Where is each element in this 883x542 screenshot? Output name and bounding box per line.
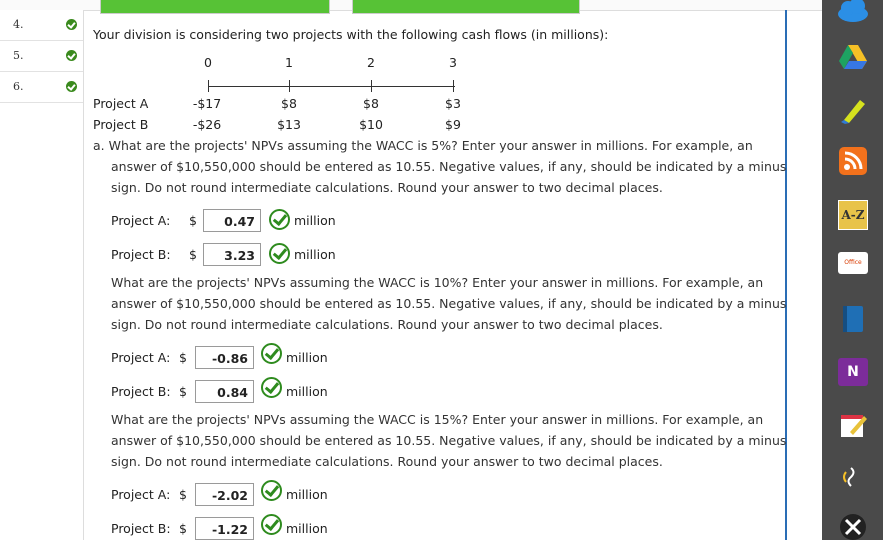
- question-c-text: What are the projects' NPVs assuming the…: [111, 409, 787, 472]
- cash-flow: $8: [363, 96, 379, 111]
- timeline-label: 1: [285, 55, 293, 70]
- cash-flow: $10: [359, 117, 383, 132]
- cash-flow: $8: [281, 96, 297, 111]
- book-icon[interactable]: [838, 304, 868, 334]
- voice-icon[interactable]: [838, 462, 868, 492]
- question-number: 6.: [13, 80, 24, 93]
- unit-label: million: [294, 247, 336, 262]
- dollar-sign: $: [189, 247, 197, 262]
- dollar-sign: $: [179, 350, 187, 365]
- cloud-icon[interactable]: [836, 0, 870, 24]
- question-b-text: What are the projects' NPVs assuming the…: [111, 272, 787, 335]
- completed-check-icon: [66, 19, 77, 30]
- timeline-tick: [289, 80, 290, 92]
- dollar-sign: $: [179, 487, 187, 502]
- timeline-label: 3: [449, 55, 457, 70]
- timeline-tick: [453, 80, 454, 92]
- cash-flow: $9: [445, 117, 461, 132]
- question-line: answer of $10,550,000 should be entered …: [111, 296, 787, 311]
- answer-label-b: Project B:: [111, 384, 171, 399]
- question-line: What are the projects' NPVs assuming the…: [111, 275, 764, 290]
- question-number: 5.: [13, 49, 24, 62]
- question-nav-item[interactable]: 6.: [0, 72, 83, 103]
- completed-check-icon: [66, 50, 77, 61]
- cash-flow: -$17: [192, 96, 222, 111]
- office-icon[interactable]: Office: [838, 252, 868, 274]
- question-panel: Your division is considering two project…: [83, 10, 787, 540]
- close-app-icon[interactable]: [838, 512, 868, 542]
- cash-flow: $3: [445, 96, 461, 111]
- answer-label-a: Project A:: [111, 213, 171, 228]
- dollar-sign: $: [179, 384, 187, 399]
- question-line: answer of $10,550,000 should be entered …: [111, 159, 787, 174]
- dollar-sign: $: [189, 213, 197, 228]
- timeline-line: [208, 86, 455, 87]
- google-drive-icon[interactable]: [838, 42, 868, 72]
- project-b-label: Project B: [93, 117, 149, 132]
- onenote-icon[interactable]: N: [838, 358, 868, 386]
- question-navigator: 4. 5. 6.: [0, 10, 84, 540]
- dollar-sign: $: [179, 521, 187, 536]
- question-a-text: a. What are the projects' NPVs assuming …: [93, 135, 787, 198]
- question-line: What are the projects' NPVs assuming the…: [111, 412, 764, 427]
- correct-check-icon: [261, 514, 282, 535]
- question-line: a. What are the projects' NPVs assuming …: [93, 138, 753, 153]
- answer-label-a: Project A:: [111, 487, 171, 502]
- npv-b-5-input[interactable]: 3.23: [203, 243, 261, 266]
- completed-check-icon: [66, 81, 77, 92]
- highlighter-icon[interactable]: [838, 94, 868, 124]
- cash-flow: $13: [277, 117, 301, 132]
- unit-label: million: [286, 384, 328, 399]
- intro-text: Your division is considering two project…: [93, 27, 609, 42]
- unit-label: million: [286, 521, 328, 536]
- npv-a-15-input[interactable]: -2.02: [195, 483, 254, 506]
- correct-check-icon: [261, 480, 282, 501]
- correct-check-icon: [269, 209, 290, 230]
- npv-b-15-input[interactable]: -1.22: [195, 517, 254, 540]
- app-dock: A-Z Office N: [822, 0, 883, 540]
- unit-label: million: [294, 213, 336, 228]
- a-z-icon[interactable]: A-Z: [838, 200, 868, 230]
- correct-check-icon: [261, 343, 282, 364]
- project-a-label: Project A: [93, 96, 149, 111]
- correct-check-icon: [269, 243, 290, 264]
- rss-icon[interactable]: [838, 146, 868, 176]
- npv-b-10-input[interactable]: 0.84: [195, 380, 254, 403]
- answer-label-b: Project B:: [111, 247, 171, 262]
- unit-label: million: [286, 487, 328, 502]
- answer-label-a: Project A:: [111, 350, 171, 365]
- unit-label: million: [286, 350, 328, 365]
- question-line: sign. Do not round intermediate calculat…: [111, 454, 663, 469]
- answer-label-b: Project B:: [111, 521, 171, 536]
- question-nav-item[interactable]: 5.: [0, 41, 83, 72]
- question-number: 4.: [13, 18, 24, 31]
- question-nav-item[interactable]: 4.: [0, 10, 83, 41]
- timeline-tick: [208, 80, 209, 92]
- question-line: sign. Do not round intermediate calculat…: [111, 180, 663, 195]
- correct-check-icon: [261, 377, 282, 398]
- notepad-icon[interactable]: [838, 410, 868, 440]
- cash-flow: -$26: [192, 117, 222, 132]
- npv-a-5-input[interactable]: 0.47: [203, 209, 261, 232]
- timeline-tick: [371, 80, 372, 92]
- timeline-label: 0: [204, 55, 212, 70]
- timeline-label: 2: [367, 55, 375, 70]
- question-line: answer of $10,550,000 should be entered …: [111, 433, 787, 448]
- question-line: sign. Do not round intermediate calculat…: [111, 317, 663, 332]
- npv-a-10-input[interactable]: -0.86: [195, 346, 254, 369]
